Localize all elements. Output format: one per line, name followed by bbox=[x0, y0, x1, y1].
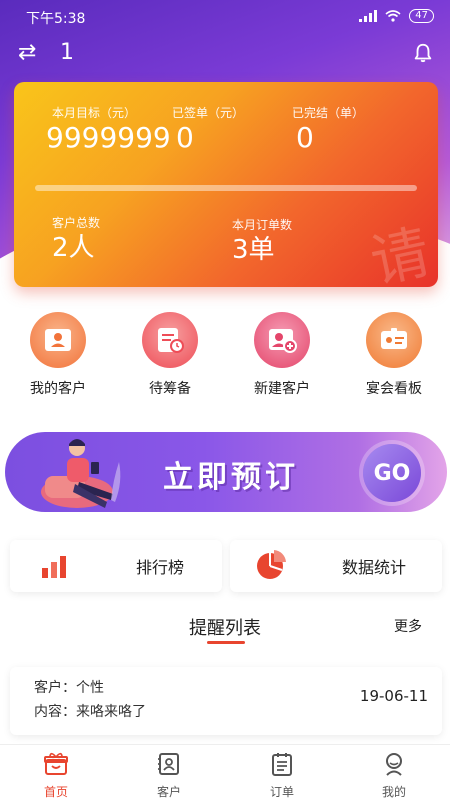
ranking-card[interactable]: 排行榜 bbox=[10, 540, 222, 592]
total-customers-label: 客户总数 bbox=[52, 216, 101, 230]
signal-icon bbox=[359, 10, 378, 22]
store-count[interactable]: 1 bbox=[60, 40, 74, 65]
person-with-phone-illustration bbox=[41, 439, 121, 508]
gift-icon bbox=[44, 752, 68, 775]
quick-action-banquet-board[interactable]: 宴会看板 bbox=[338, 312, 450, 398]
completed-label: 已完结（单） bbox=[292, 106, 365, 120]
status-time: 下午5:38 bbox=[26, 11, 86, 27]
monthly-orders-value: 3单 bbox=[232, 235, 275, 265]
banner-title: 立即预订 bbox=[163, 460, 299, 495]
pie-chart-icon bbox=[257, 550, 286, 579]
bottom-tab-bar: 首页 客户 订单 我的 bbox=[0, 744, 450, 800]
total-customers-value: 2人 bbox=[52, 233, 95, 263]
decorative-seal: 请 bbox=[364, 217, 436, 287]
tab-orders[interactable]: 订单 bbox=[226, 751, 338, 800]
bar-chart-icon bbox=[42, 556, 66, 578]
tab-label: 我的 bbox=[381, 785, 406, 799]
ranking-label: 排行榜 bbox=[136, 558, 185, 577]
quick-action-my-customers[interactable]: 我的客户 bbox=[2, 312, 114, 398]
reminder-item[interactable]: 客户：个性 内容：来咯来咯了 19-06-11 bbox=[10, 667, 442, 735]
top-bar: ⇄ 1 bbox=[0, 34, 450, 74]
quick-action-pending[interactable]: 待筹备 bbox=[114, 312, 226, 398]
target-progress-bar bbox=[35, 185, 417, 191]
profile-icon bbox=[386, 753, 402, 776]
monthly-target-value: 99999999 bbox=[46, 122, 170, 154]
go-button[interactable]: GO bbox=[363, 444, 421, 502]
tab-label: 首页 bbox=[43, 785, 68, 799]
signed-value: 0 bbox=[176, 122, 194, 154]
status-indicators: 47 bbox=[359, 9, 434, 23]
quick-action-label: 新建客户 bbox=[254, 381, 310, 397]
contacts-icon bbox=[158, 753, 179, 775]
stats-card[interactable]: 本月目标（元） 99999999 已签单（元） 0 已完结（单） 0 客户总数 … bbox=[14, 82, 438, 287]
statistics-label: 数据统计 bbox=[342, 558, 407, 577]
reminder-date: 19-06-11 bbox=[359, 687, 428, 705]
signed-label: 已签单（元） bbox=[172, 106, 245, 120]
completed-value: 0 bbox=[296, 122, 314, 154]
monthly-orders-label: 本月订单数 bbox=[232, 218, 293, 232]
tab-label: 客户 bbox=[156, 785, 181, 799]
wifi-icon bbox=[385, 10, 401, 22]
battery-indicator: 47 bbox=[409, 9, 434, 23]
swap-icon[interactable]: ⇄ bbox=[18, 42, 36, 64]
statistics-card[interactable]: 数据统计 bbox=[230, 540, 442, 592]
reminder-customer: 客户：个性 bbox=[34, 680, 104, 696]
order-list-icon bbox=[272, 753, 292, 776]
document-clock-icon bbox=[142, 312, 198, 368]
book-now-banner[interactable]: 立即预订 GO bbox=[5, 432, 447, 512]
monthly-target-label: 本月目标（元） bbox=[52, 106, 137, 120]
quick-action-new-customer[interactable]: 新建客户 bbox=[226, 312, 338, 398]
more-link[interactable]: 更多 bbox=[394, 616, 422, 636]
tab-customers[interactable]: 客户 bbox=[113, 751, 225, 800]
add-customer-icon bbox=[254, 312, 310, 368]
tab-profile[interactable]: 我的 bbox=[338, 751, 450, 800]
status-bar: 下午5:38 47 bbox=[0, 0, 450, 32]
quick-action-label: 我的客户 bbox=[30, 381, 86, 397]
reminders-title: 提醒列表 bbox=[189, 618, 261, 639]
reminder-content: 内容：来咯来咯了 bbox=[34, 704, 146, 720]
quick-actions: 我的客户 待筹备 新建客户 宴会看板 bbox=[0, 312, 450, 402]
tab-home[interactable]: 首页 bbox=[0, 751, 112, 800]
reminders-title-underline bbox=[207, 641, 245, 644]
quick-action-label: 宴会看板 bbox=[366, 381, 422, 397]
bell-icon[interactable] bbox=[412, 42, 434, 64]
banquet-board-icon bbox=[366, 312, 422, 368]
customer-card-icon bbox=[30, 312, 86, 368]
quick-action-label: 待筹备 bbox=[149, 381, 191, 397]
tab-label: 订单 bbox=[269, 785, 294, 799]
